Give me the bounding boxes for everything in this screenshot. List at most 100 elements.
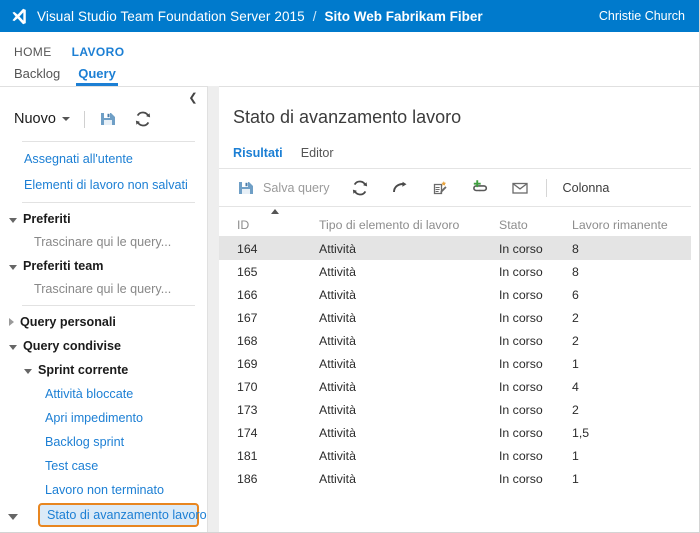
- cell-id: 169: [237, 356, 258, 371]
- table-row[interactable]: 173 Attività In corso 2: [219, 398, 691, 421]
- grid-header-id[interactable]: ID: [237, 218, 319, 236]
- cell-type: Attività: [319, 356, 356, 371]
- triangle-expanded-icon: [9, 344, 17, 350]
- cell-type: Attività: [319, 448, 356, 463]
- cell-state: In corso: [499, 425, 543, 440]
- toolbar-divider: [83, 110, 85, 128]
- cell-state: In corso: [499, 471, 543, 486]
- cell-remaining: 4: [572, 379, 579, 394]
- sidebar-group-preferiti[interactable]: Preferiti: [0, 207, 207, 231]
- table-row[interactable]: 164 Attività In corso 8: [219, 237, 691, 260]
- save-query-icon[interactable]: [237, 178, 257, 198]
- cell-type: Attività: [319, 425, 356, 440]
- table-row[interactable]: 181 Attività In corso 1: [219, 444, 691, 467]
- table-row[interactable]: 165 Attività In corso 8: [219, 260, 691, 283]
- add-link-icon[interactable]: [470, 178, 490, 198]
- tab-query[interactable]: Query: [76, 66, 118, 86]
- panel-splitter[interactable]: [208, 86, 219, 532]
- brand-title: Visual Studio Team Foundation Server 201…: [37, 8, 305, 24]
- cell-type: Attività: [319, 379, 356, 394]
- triangle-collapsed-icon: [9, 318, 14, 326]
- new-query-button[interactable]: Nuovo: [14, 111, 70, 127]
- sidebar-link-unsaved-work-items[interactable]: Elementi di lavoro non salvati: [0, 172, 207, 198]
- new-query-label: Nuovo: [14, 111, 56, 127]
- cell-id: 166: [237, 287, 258, 302]
- page-title: Stato di avanzamento lavoro: [233, 107, 462, 127]
- tab-backlog[interactable]: Backlog: [14, 66, 60, 86]
- table-row[interactable]: 186 Attività In corso 1: [219, 467, 691, 490]
- cell-type: Attività: [319, 241, 356, 256]
- cell-id: 174: [237, 425, 258, 440]
- cell-type: Attività: [319, 333, 356, 348]
- grid-header-work-item-type[interactable]: Tipo di elemento di lavoro: [319, 218, 499, 236]
- cell-state: In corso: [499, 310, 543, 325]
- sidebar-item-attivita-bloccate[interactable]: Attività bloccate: [0, 382, 207, 406]
- chevron-down-icon: [61, 117, 70, 121]
- table-row[interactable]: 166 Attività In corso 6: [219, 283, 691, 306]
- email-icon[interactable]: [510, 178, 530, 198]
- sidebar-divider-bottom: [22, 305, 195, 306]
- sort-ascending-icon: [271, 209, 279, 214]
- cell-id: 167: [237, 310, 258, 325]
- save-queries-icon[interactable]: [99, 109, 119, 129]
- cell-type: Attività: [319, 402, 356, 417]
- table-row[interactable]: 169 Attività In corso 1: [219, 352, 691, 375]
- sidebar-item-apri-impedimento[interactable]: Apri impedimento: [0, 406, 207, 430]
- cell-state: In corso: [499, 287, 543, 302]
- sidebar-group-query-personali[interactable]: Query personali: [0, 310, 207, 334]
- revert-arrow-icon[interactable]: [390, 178, 410, 198]
- cell-remaining: 2: [572, 333, 579, 348]
- project-title[interactable]: Sito Web Fabrikam Fiber: [325, 9, 483, 24]
- sidebar-hint-preferiti-team: Trascinare qui le query...: [34, 282, 172, 296]
- nav-item-home[interactable]: HOME: [14, 45, 52, 59]
- sidebar-link-assigned-to-me[interactable]: Assegnati all'utente: [0, 146, 207, 172]
- sidebar-divider-mid: [22, 202, 195, 203]
- cell-state: In corso: [499, 356, 543, 371]
- table-row[interactable]: 174 Attività In corso 1,5: [219, 421, 691, 444]
- cell-remaining: 8: [572, 264, 579, 279]
- table-row[interactable]: 170 Attività In corso 4: [219, 375, 691, 398]
- sidebar-item-stato-di-avanzamento-lavoro[interactable]: Stato di avanzamento lavoro: [38, 503, 207, 527]
- results-grid: ID Tipo di elemento di lavoro Stato Lavo…: [219, 207, 691, 490]
- cell-remaining: 1: [572, 356, 579, 371]
- row-expander[interactable]: [222, 241, 234, 256]
- queries-sidebar: ❮ Nuovo Assegnati all'utente Elementi di…: [0, 86, 208, 532]
- sidebar-group-preferiti-label: Preferiti: [23, 212, 71, 226]
- sidebar-item-test-case[interactable]: Test case: [0, 454, 207, 478]
- cell-id: 186: [237, 471, 258, 486]
- save-query-label[interactable]: Salva query: [263, 181, 330, 195]
- cell-state: In corso: [499, 448, 543, 463]
- grid-header-state[interactable]: Stato: [499, 218, 572, 236]
- grid-header-row: ID Tipo di elemento di lavoro Stato Lavo…: [219, 207, 691, 237]
- table-row[interactable]: 168 Attività In corso 2: [219, 329, 691, 352]
- sidebar-item-lavoro-non-terminato[interactable]: Lavoro non terminato: [0, 478, 207, 502]
- sidebar-group-query-condivise[interactable]: Query condivise: [0, 334, 207, 358]
- refresh-icon[interactable]: [350, 178, 370, 198]
- triangle-expanded-icon: [24, 368, 32, 374]
- grid-header-remaining-work[interactable]: Lavoro rimanente: [572, 218, 691, 236]
- sidebar-toolbar: Nuovo: [0, 101, 207, 137]
- primary-nav: HOME LAVORO: [14, 32, 699, 59]
- tab-editor[interactable]: Editor: [301, 146, 334, 168]
- caret-down-icon: [222, 241, 230, 256]
- cell-id: 173: [237, 402, 258, 417]
- user-name[interactable]: Christie Church: [599, 9, 685, 23]
- cell-state: In corso: [499, 402, 543, 417]
- cell-id: 164: [237, 241, 258, 256]
- table-row[interactable]: 167 Attività In corso 2: [219, 306, 691, 329]
- sidebar-group-query-personali-label: Query personali: [20, 315, 116, 329]
- refresh-icon[interactable]: [133, 109, 153, 129]
- sidebar-scroll-down-icon[interactable]: [8, 514, 18, 520]
- nav-item-lavoro[interactable]: LAVORO: [72, 45, 125, 59]
- sidebar-hint-preferiti: Trascinare qui le query...: [34, 235, 172, 249]
- sidebar-group-sprint-corrente[interactable]: Sprint corrente: [0, 358, 207, 382]
- column-options-button[interactable]: Colonna: [563, 181, 610, 195]
- sidebar-item-backlog-sprint[interactable]: Backlog sprint: [0, 430, 207, 454]
- chevron-left-icon[interactable]: ❮: [186, 91, 200, 105]
- top-header-bar: Visual Studio Team Foundation Server 201…: [0, 0, 699, 32]
- navigation-area: HOME LAVORO Backlog Query: [0, 32, 699, 86]
- new-query-chart-icon[interactable]: [430, 178, 450, 198]
- cell-type: Attività: [319, 471, 356, 486]
- tab-risultati[interactable]: Risultati: [233, 146, 283, 168]
- sidebar-group-preferiti-team[interactable]: Preferiti team: [0, 254, 207, 278]
